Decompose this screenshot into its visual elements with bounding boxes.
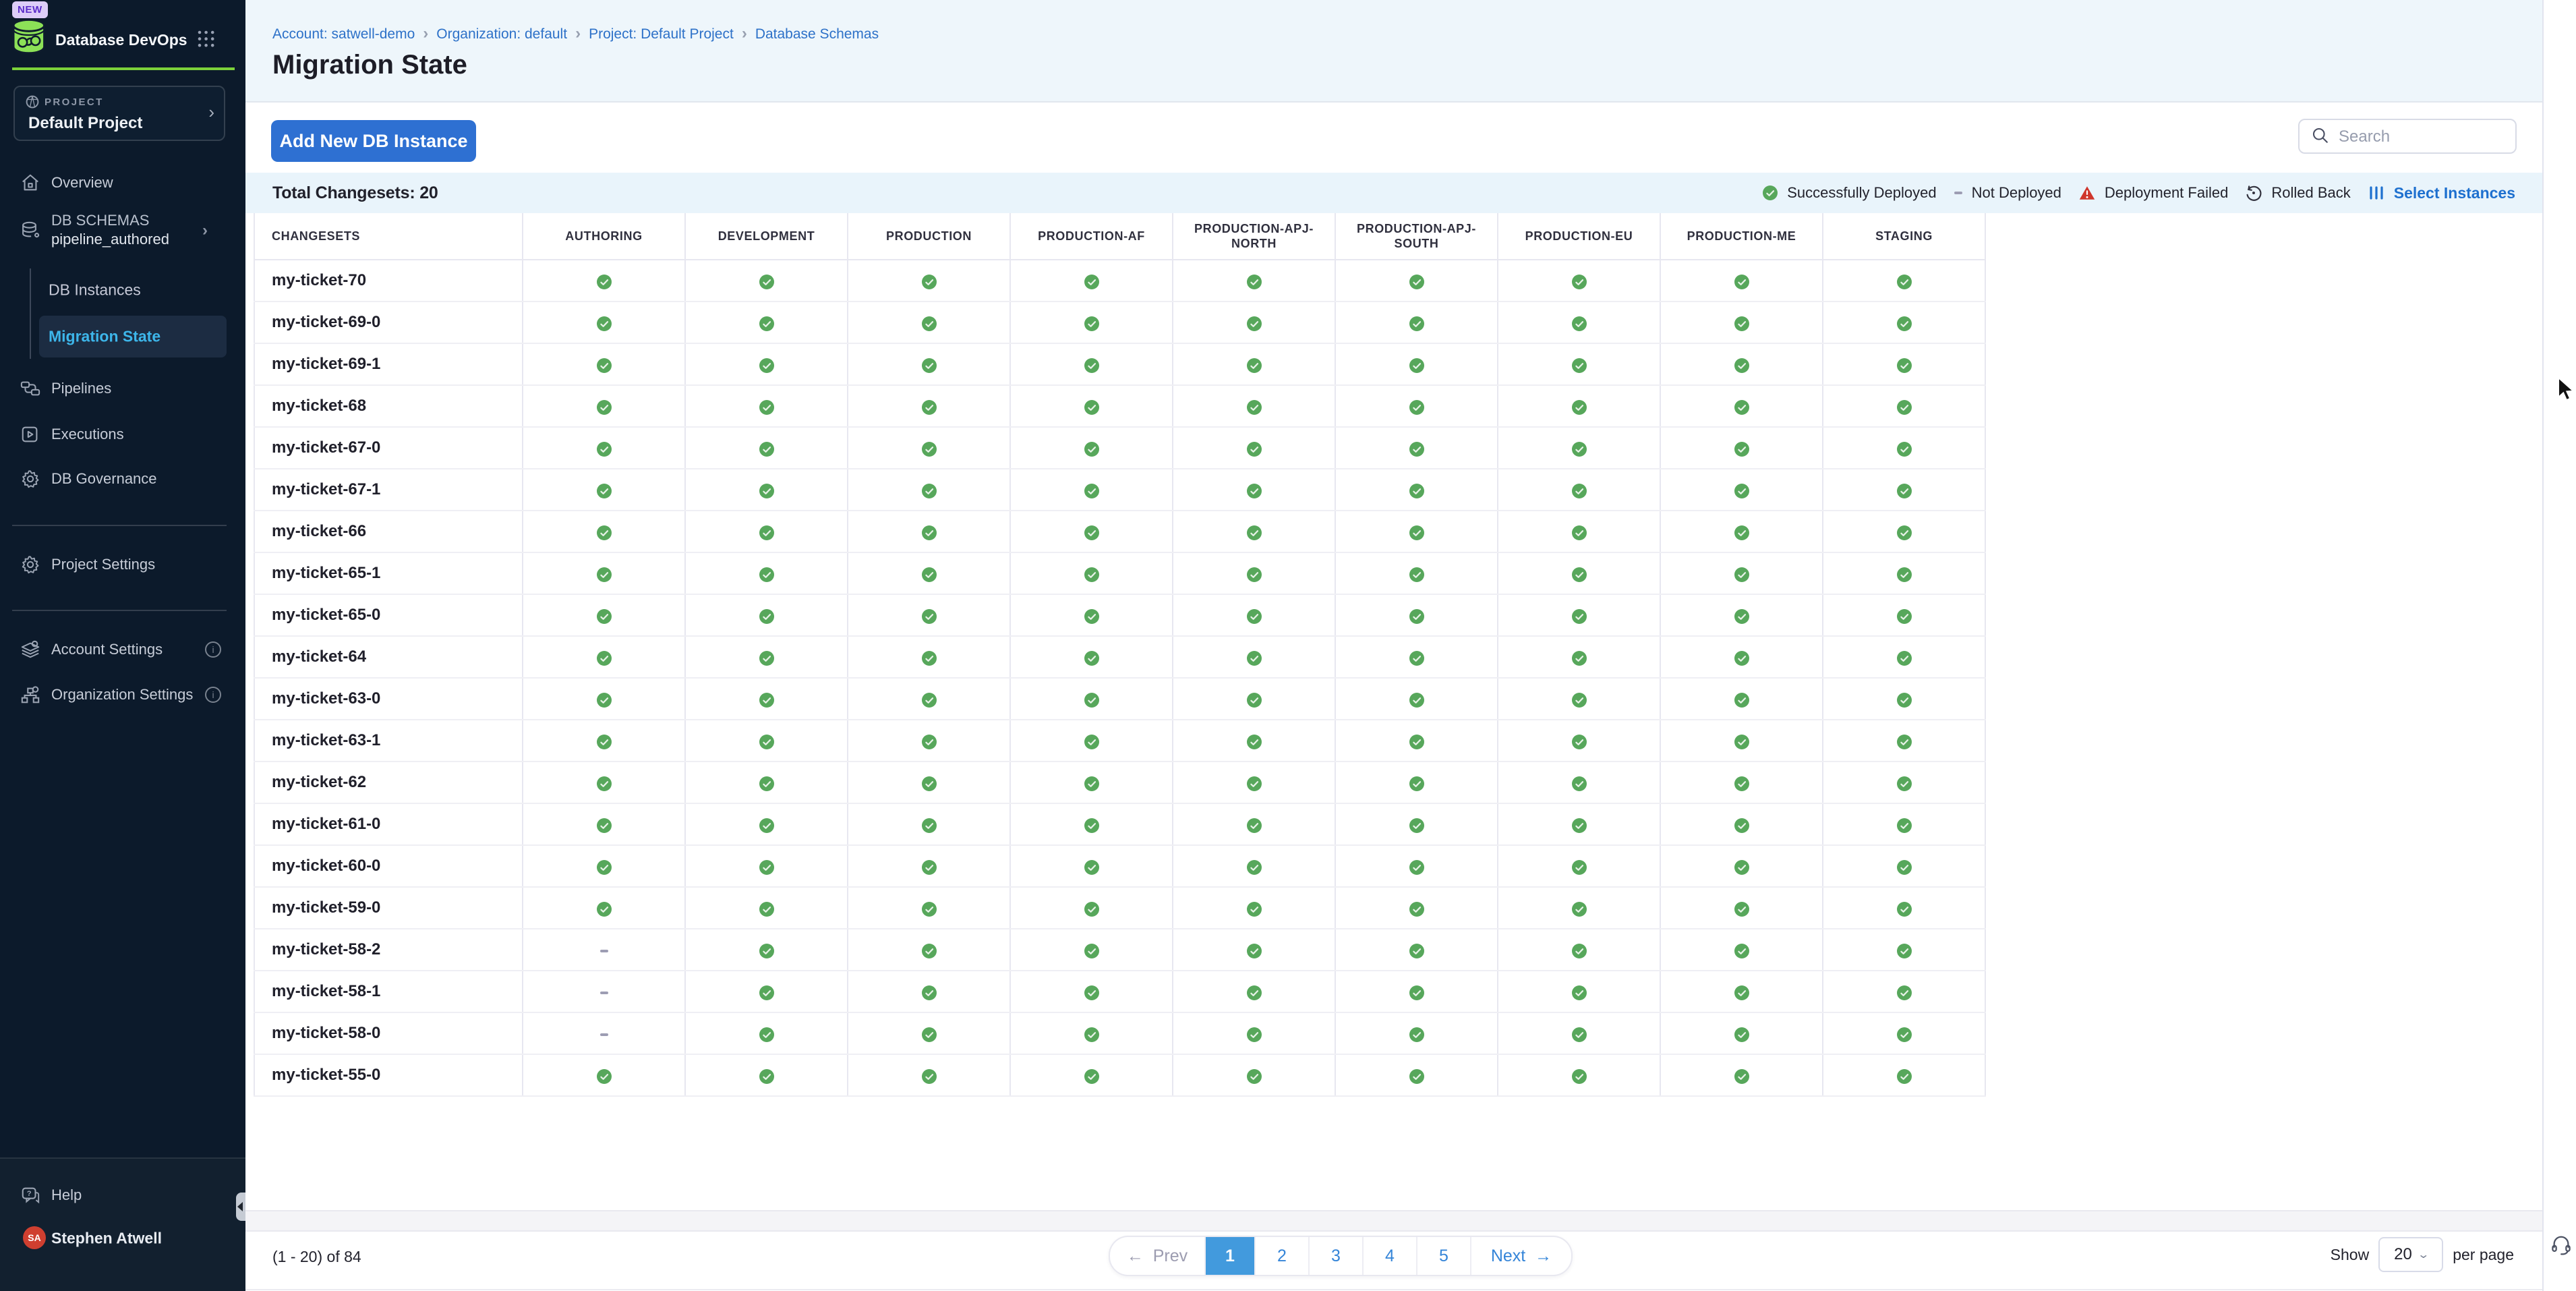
svg-text:?: ? <box>27 1190 32 1198</box>
